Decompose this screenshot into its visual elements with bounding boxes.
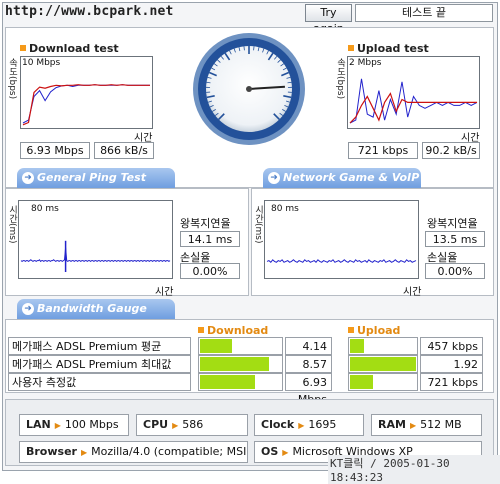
upload-bar [348,337,418,355]
triangle-right-icon: ▶ [410,421,416,430]
ping-loss-value: 0.00% [180,263,240,279]
upload-bar [348,355,418,373]
download-chart: 10 Mbps [20,56,153,129]
upload-scale-label: 2 Mbps [349,58,381,68]
download-scale-label: 10 Mbps [22,58,60,68]
speed-gauge [190,30,308,148]
site-url: http://www.bcpark.net [5,4,174,19]
orange-square-icon [348,327,354,333]
triangle-right-icon: ▶ [55,421,61,430]
bandwidth-row-label: 메가패스 ADSL Premium 최대값 [8,355,191,373]
footer-timestamp: KT클릭 / 2005-01-30 18:43:23 [328,455,500,484]
arrow-right-icon: ➜ [22,303,34,315]
upload-bar-fill [350,339,364,353]
upload-kbs-value: 90.2 kB/s [422,142,480,159]
upload-bar-value: 1.92 Mbps [420,355,483,373]
bandwidth-row-label: 메가패스 ADSL Premium 평균 [8,337,191,355]
download-column-header: Download [198,324,268,337]
upload-bar-fill [350,375,373,389]
arrow-right-icon: ➜ [268,172,280,184]
download-bar [198,373,283,391]
ping-xlabel: 시간 [155,283,173,298]
download-bar-fill [200,375,255,389]
upload-column-header: Upload [348,324,400,337]
download-bar [198,355,283,373]
download-kbs-value: 866 kB/s [94,142,154,159]
try-again-button[interactable]: Try again [305,4,352,22]
upload-chart: 2 Mbps [347,56,480,129]
network-xlabel: 시간 [403,283,421,298]
ping-rtt-label: 왕복지연율 [180,215,231,231]
browser-info: Browser▶Mozilla/4.0 (compatible; MSIE 6.… [19,441,248,463]
triangle-right-icon: ▶ [298,421,304,430]
download-bar-value: 8.57 Mbps [285,355,332,373]
upload-bar-value: 457 kbps [420,337,483,355]
clock-info: Clock▶1695 MHz [254,414,364,436]
upload-test-title: Upload test [348,42,429,55]
lan-info: LAN▶100 Mbps [19,414,129,436]
download-series-blue [23,85,150,123]
tab-bandwidth-gauge[interactable]: ➜Bandwidth Gauge [17,299,175,319]
download-bar-fill [200,357,269,371]
download-bar [198,337,283,355]
status-field: 테스트 끝 [355,4,493,22]
ping-scale-label: 80 ms [31,204,59,214]
ping-chart: 80 ms [18,200,173,279]
upload-bar-fill [350,357,416,371]
orange-square-icon [20,45,26,51]
cpu-info: CPU▶586 [136,414,248,436]
download-test-title: Download test [20,42,119,55]
network-scale-label: 80 ms [271,204,299,214]
network-rtt-value: 13.5 ms [425,231,485,247]
upload-ylabel: 속도(bps) [334,58,347,118]
network-loss-value: 0.00% [425,263,485,279]
upload-kbps-value: 721 kbps [348,142,418,159]
bandwidth-row-label: 사용자 측정값 [8,373,191,391]
triangle-right-icon: ▶ [81,448,87,457]
orange-square-icon [348,45,354,51]
triangle-right-icon: ▶ [172,421,178,430]
download-mbps-value: 6.93 Mbps [20,142,90,159]
download-bar-value: 4.14 Mbps [285,337,332,355]
download-series-red [23,85,150,125]
download-ylabel: 속도(bps) [6,58,19,118]
tab-general-ping-test[interactable]: ➜General Ping Test [17,168,175,188]
orange-square-icon [198,327,204,333]
ram-info: RAM▶512 MB [371,414,482,436]
tab-network-game-voip-test[interactable]: ➜Network Game & VoIP Test [263,168,421,188]
arrow-right-icon: ➜ [22,172,34,184]
upload-bar-value: 721 kbps [420,373,483,391]
download-bar-fill [200,339,232,353]
ping-series [21,248,170,262]
network-series [267,260,416,263]
download-bar-value: 6.93 Mbps [285,373,332,391]
triangle-right-icon: ▶ [282,448,288,457]
gauge-hub [246,86,252,92]
upload-bar [348,373,418,391]
ping-rtt-value: 14.1 ms [180,231,240,247]
network-chart: 80 ms [264,200,419,279]
network-rtt-label: 왕복지연율 [427,215,478,231]
